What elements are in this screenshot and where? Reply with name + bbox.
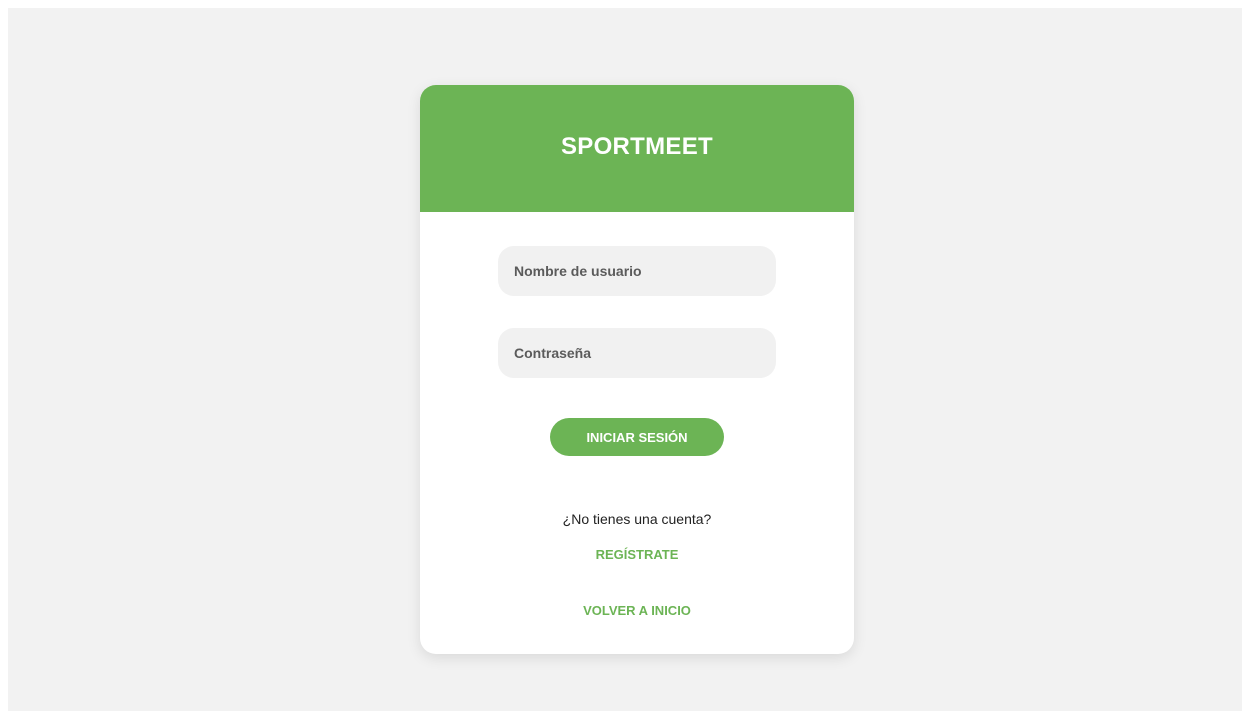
login-button[interactable]: INICIAR SESIÓN	[550, 418, 724, 456]
brand-title: SPORTMEET	[560, 132, 714, 160]
back-to-home-link[interactable]: VOLVER A INICIO	[420, 603, 854, 618]
register-link[interactable]: REGÍSTRATE	[420, 547, 854, 562]
page-background: SPORTMEET INICIAR SESIÓN ¿No tienes una …	[8, 8, 1242, 711]
login-card: SPORTMEET INICIAR SESIÓN ¿No tienes una …	[420, 85, 854, 654]
no-account-text: ¿No tienes una cuenta?	[562, 511, 712, 527]
card-header: SPORTMEET	[420, 85, 854, 212]
username-input[interactable]	[498, 246, 776, 296]
password-input[interactable]	[498, 328, 776, 378]
